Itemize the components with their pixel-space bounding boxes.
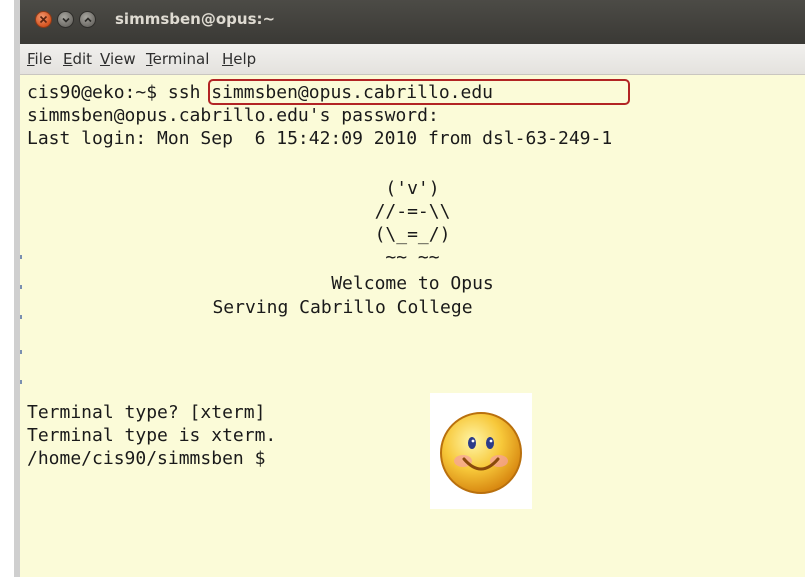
menu-edit[interactable]: Edit <box>63 50 92 68</box>
maximize-icon <box>83 16 92 22</box>
command-line: cis90@eko:~$ ssh simmsben@opus.cabrillo.… <box>27 81 493 104</box>
menu-file-mnemonic: F <box>27 50 35 68</box>
shell-prompt: cis90@eko:~$ <box>27 82 168 103</box>
smiley-icon <box>440 412 522 494</box>
menu-edit-label: dit <box>72 50 93 68</box>
menu-file-label: ile <box>34 50 53 68</box>
banner-serving: Serving Cabrillo College <box>212 297 473 318</box>
password-prompt: simmsben@opus.cabrillo.edu's password: <box>27 105 439 126</box>
scroll-mark <box>20 255 22 259</box>
menu-view-label: iew <box>109 50 136 68</box>
scroll-mark <box>20 315 22 319</box>
menu-terminal-mnemonic: T <box>146 50 153 68</box>
home-prompt: /home/cis90/simmsben $ <box>27 448 266 469</box>
menu-view[interactable]: View <box>100 50 136 68</box>
terminal-output[interactable]: cis90@eko:~$ ssh simmsben@opus.cabrillo.… <box>20 75 805 577</box>
window-title: simmsben@opus:~ <box>115 10 276 28</box>
scroll-mark <box>20 350 22 354</box>
banner-art-base: (\_=_/) <box>374 224 451 245</box>
maximize-button[interactable] <box>79 11 96 28</box>
close-icon <box>39 15 48 24</box>
minimize-button[interactable] <box>57 11 74 28</box>
terminal-window: simmsben@opus:~ File Edit View Terminal … <box>0 0 805 577</box>
terminal-type-set: Terminal type is xterm. <box>27 425 277 446</box>
banner-art-head: ('v') <box>385 178 440 199</box>
menu-terminal[interactable]: Terminal <box>146 50 209 68</box>
scroll-mark <box>20 380 22 384</box>
close-button[interactable] <box>35 11 52 28</box>
menu-help-mnemonic: H <box>222 50 234 68</box>
menu-help-label: elp <box>233 50 257 68</box>
menu-file[interactable]: File <box>27 50 52 68</box>
banner-art-body: //-=-\\ <box>374 201 451 222</box>
scroll-mark <box>20 285 22 289</box>
banner-art-feet: ~~ ~~ <box>385 247 440 268</box>
menu-view-mnemonic: V <box>100 50 110 68</box>
scrollbar[interactable] <box>20 255 23 575</box>
minimize-icon <box>61 17 70 23</box>
smiley-image <box>430 393 532 509</box>
last-login-line: Last login: Mon Sep 6 15:42:09 2010 from… <box>27 128 613 149</box>
title-bar[interactable]: simmsben@opus:~ <box>20 0 805 44</box>
terminal-type-query: Terminal type? [xterm] <box>27 402 266 423</box>
banner-welcome: Welcome to Opus <box>331 273 494 294</box>
ssh-command: ssh simmsben@opus.cabrillo.edu <box>167 82 493 103</box>
desktop-edge <box>0 0 14 577</box>
menu-bar: File Edit View Terminal Help <box>20 44 805 75</box>
menu-help[interactable]: Help <box>222 50 256 68</box>
menu-terminal-label: erminal <box>152 50 210 68</box>
